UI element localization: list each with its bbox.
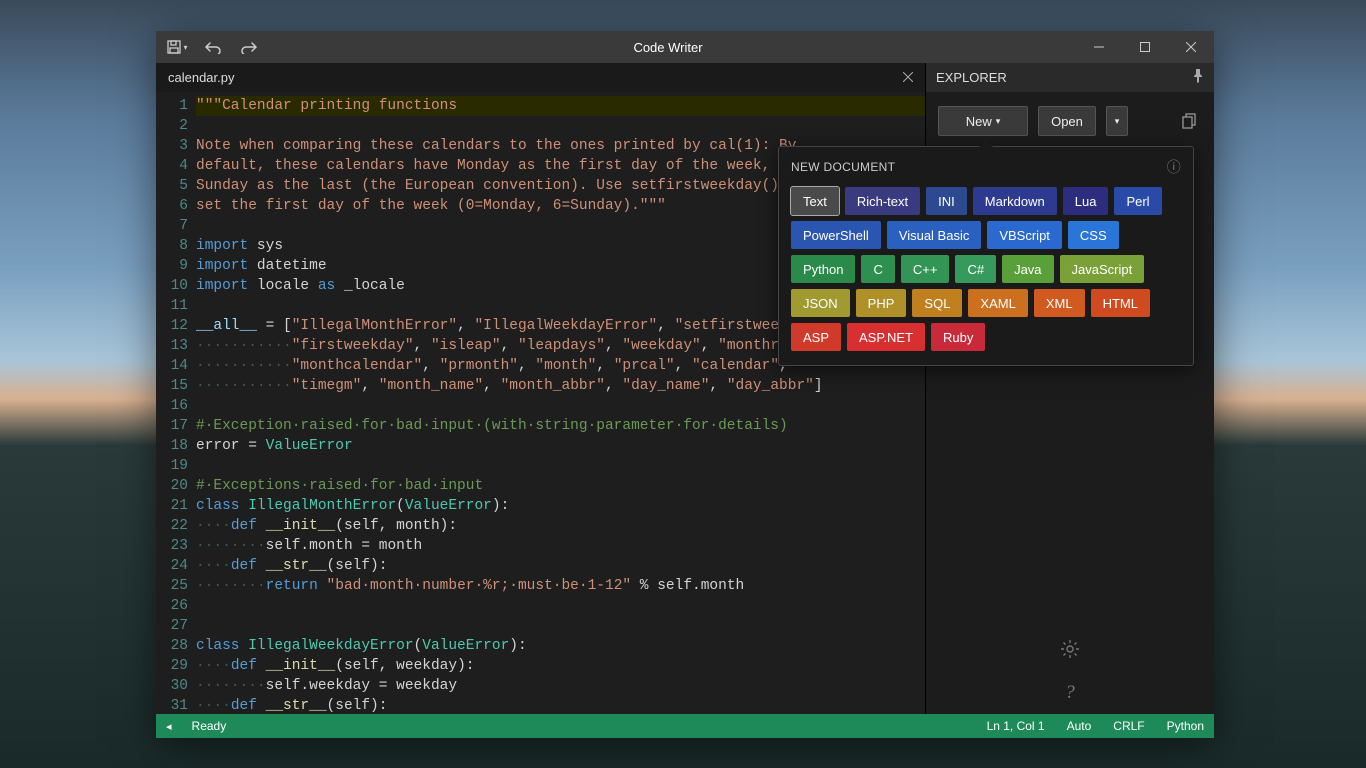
doc-type-chip[interactable]: XAML [968, 289, 1027, 317]
doc-type-chip[interactable]: C [861, 255, 894, 283]
chevron-left-icon[interactable]: ◂ [166, 720, 172, 733]
open-dropdown-button[interactable]: ▾ [1106, 106, 1128, 136]
status-eol[interactable]: CRLF [1113, 719, 1144, 733]
doc-type-chip[interactable]: Java [1002, 255, 1053, 283]
help-icon[interactable]: ? [1065, 682, 1075, 704]
doc-type-chip[interactable]: Perl [1114, 187, 1161, 215]
chevron-down-icon: ▾ [1115, 116, 1120, 127]
tab-bar: calendar.py [156, 63, 925, 92]
tab-label: calendar.py [168, 70, 235, 85]
doc-type-chip[interactable]: INI [926, 187, 967, 215]
app-window: ▾ Code Writer calendar.py [156, 31, 1214, 738]
redo-icon[interactable] [238, 36, 260, 58]
pin-icon[interactable] [1192, 69, 1204, 86]
info-icon[interactable]: ⓘ [1167, 157, 1181, 177]
doc-type-chip[interactable]: SQL [912, 289, 962, 317]
status-encoding[interactable]: Auto [1067, 719, 1092, 733]
gear-icon[interactable] [1060, 639, 1080, 664]
explorer-header: EXPLORER [926, 63, 1214, 92]
doc-type-chip[interactable]: JSON [791, 289, 850, 317]
undo-icon[interactable] [202, 36, 224, 58]
status-ready: Ready [192, 719, 227, 733]
doc-type-chip[interactable]: Markdown [973, 187, 1057, 215]
titlebar: ▾ Code Writer [156, 31, 1214, 63]
document-type-chips: TextRich-textINIMarkdownLuaPerl PowerShel… [791, 187, 1181, 351]
copy-icon[interactable] [1176, 108, 1202, 134]
status-language[interactable]: Python [1167, 719, 1204, 733]
maximize-button[interactable] [1122, 31, 1168, 63]
status-bar: ◂ Ready Ln 1, Col 1 Auto CRLF Python [156, 714, 1214, 738]
save-icon[interactable]: ▾ [166, 36, 188, 58]
popup-title: NEW DOCUMENT [791, 160, 895, 174]
chevron-down-icon: ▾ [996, 116, 1001, 127]
open-button[interactable]: Open [1038, 106, 1096, 136]
doc-type-chip[interactable]: Python [791, 255, 855, 283]
close-button[interactable] [1168, 31, 1214, 63]
doc-type-chip[interactable]: PHP [856, 289, 907, 317]
file-tab[interactable]: calendar.py [156, 63, 925, 92]
app-title: Code Writer [260, 40, 1076, 55]
doc-type-chip[interactable]: HTML [1091, 289, 1150, 317]
doc-type-chip[interactable]: CSS [1068, 221, 1119, 249]
minimize-button[interactable] [1076, 31, 1122, 63]
doc-type-chip[interactable]: Lua [1063, 187, 1109, 215]
doc-type-chip[interactable]: Ruby [931, 323, 985, 351]
doc-type-chip[interactable]: Text [791, 187, 839, 215]
new-document-popup: NEW DOCUMENT ⓘ TextRich-textINIMarkdownL… [778, 146, 1194, 366]
doc-type-chip[interactable]: PowerShell [791, 221, 881, 249]
doc-type-chip[interactable]: C++ [901, 255, 950, 283]
doc-type-chip[interactable]: JavaScript [1060, 255, 1145, 283]
new-button[interactable]: New ▾ [938, 106, 1028, 136]
status-position[interactable]: Ln 1, Col 1 [987, 719, 1045, 733]
doc-type-chip[interactable]: Visual Basic [887, 221, 982, 249]
doc-type-chip[interactable]: XML [1034, 289, 1085, 317]
doc-type-chip[interactable]: VBScript [987, 221, 1062, 249]
doc-type-chip[interactable]: C# [955, 255, 996, 283]
explorer-toolbar: New ▾ Open ▾ [926, 92, 1214, 150]
close-icon[interactable] [903, 70, 917, 84]
explorer-title: EXPLORER [936, 70, 1007, 85]
doc-type-chip[interactable]: Rich-text [845, 187, 920, 215]
doc-type-chip[interactable]: ASP [791, 323, 841, 351]
doc-type-chip[interactable]: ASP.NET [847, 323, 925, 351]
